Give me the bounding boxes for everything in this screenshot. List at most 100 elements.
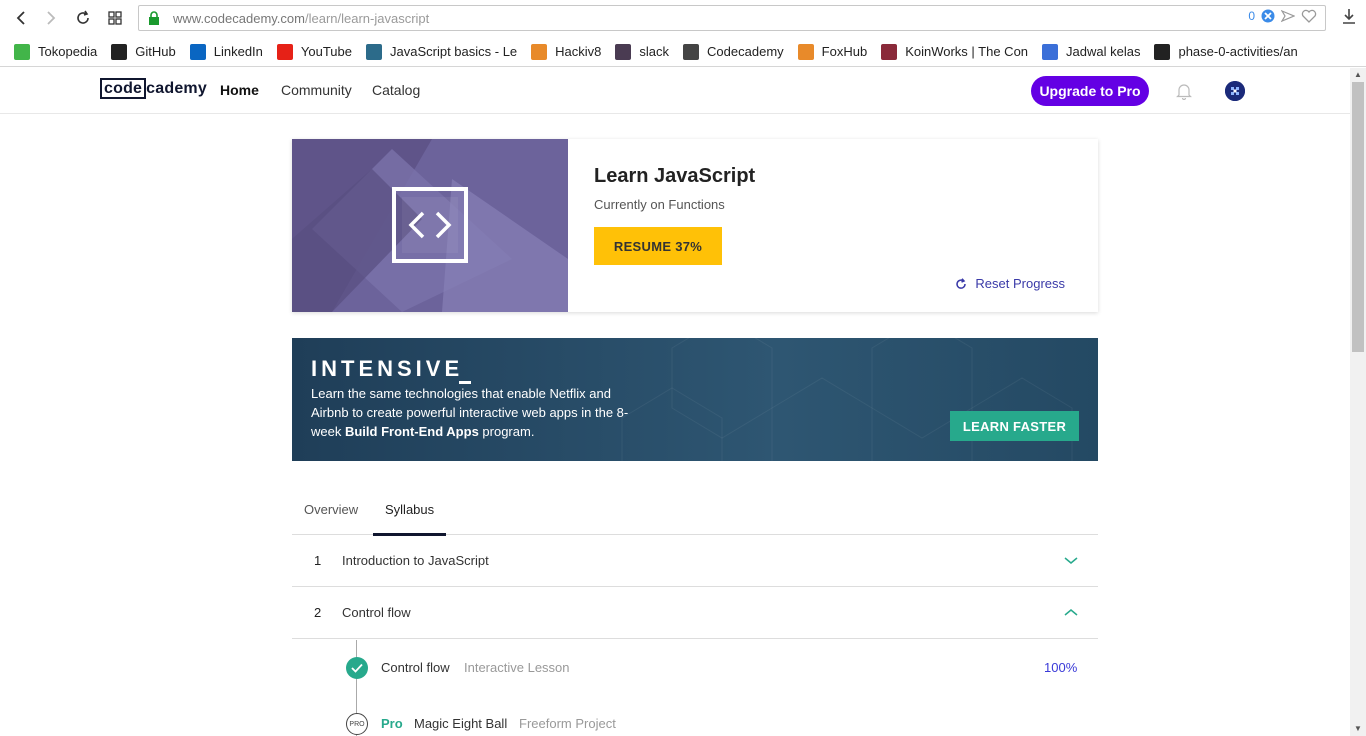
heart-icon[interactable] xyxy=(1301,9,1317,23)
nav-home[interactable]: Home xyxy=(220,82,259,98)
hash-icon xyxy=(615,43,632,60)
module-number: 2 xyxy=(314,605,322,620)
calendar-icon xyxy=(1042,43,1059,60)
bookmark-label: slack xyxy=(639,44,670,59)
bookmark-label: Tokopedia xyxy=(38,44,98,59)
lock-icon xyxy=(149,11,159,25)
lesson-title[interactable]: Control flow xyxy=(381,660,450,675)
syllabus-module-1[interactable]: 1 Introduction to JavaScript xyxy=(292,535,1098,587)
tab-overview[interactable]: Overview xyxy=(304,502,358,517)
lesson-type: Freeform Project xyxy=(519,716,616,731)
fox-icon xyxy=(531,43,548,60)
download-icon xyxy=(1343,9,1355,24)
bookmark-item[interactable]: YouTube xyxy=(276,43,352,60)
page-content: code cademy Home Community Catalog Upgrad… xyxy=(0,68,1350,736)
mdn-icon xyxy=(366,43,382,60)
learn-faster-button[interactable]: LEARN FASTER xyxy=(950,411,1079,441)
bookmark-label: KoinWorks | The Con xyxy=(905,44,1029,59)
bookmark-item[interactable]: slack xyxy=(615,43,670,60)
ad-block-icon[interactable] xyxy=(1261,9,1275,23)
chevron-down-icon[interactable] xyxy=(1064,555,1078,565)
address-bar-actions: 0 xyxy=(1248,9,1317,23)
codecademy-icon xyxy=(683,43,700,60)
back-arrow-icon xyxy=(16,11,25,25)
tab-syllabus[interactable]: Syllabus xyxy=(385,502,434,517)
logo-code: code xyxy=(100,78,147,99)
grid-icon xyxy=(108,11,122,25)
course-title: Learn JavaScript xyxy=(594,165,756,187)
bookmark-label: YouTube xyxy=(300,44,352,59)
forward-arrow-icon xyxy=(47,11,56,25)
upgrade-to-pro-button[interactable]: Upgrade to Pro xyxy=(1031,76,1149,106)
avatar-pattern-icon xyxy=(1225,81,1245,101)
bookmark-label: Hackiv8 xyxy=(555,44,602,59)
module-title: Control flow xyxy=(342,605,411,620)
lesson-title[interactable]: Magic Eight Ball xyxy=(414,716,507,731)
course-current-lesson: Currently on Functions xyxy=(594,197,725,212)
bookmark-item[interactable]: Codecademy xyxy=(683,43,784,60)
lesson-progress: 100% xyxy=(1044,660,1078,675)
check-icon xyxy=(351,663,363,673)
bookmark-item[interactable]: FoxHub xyxy=(797,43,868,60)
pro-lock-badge: PRO xyxy=(346,713,368,735)
youtube-icon xyxy=(276,43,293,60)
nav-community[interactable]: Community xyxy=(281,82,352,98)
forward-button[interactable] xyxy=(36,3,66,33)
logo-rest: cademy xyxy=(146,80,207,97)
download-button[interactable] xyxy=(1342,8,1356,29)
course-image xyxy=(292,139,568,312)
bookmark-item[interactable]: Hackiv8 xyxy=(531,43,602,60)
github-icon xyxy=(1154,43,1171,60)
github-icon xyxy=(111,43,128,60)
speed-dial-button[interactable] xyxy=(100,3,130,33)
reload-icon xyxy=(77,10,89,24)
bookmark-item[interactable]: LinkedIn xyxy=(189,43,263,60)
addr-badge-count: 0 xyxy=(1248,9,1255,23)
address-bar[interactable]: www.codecademy.com/learn/learn-javascrip… xyxy=(138,5,1326,31)
refresh-icon xyxy=(956,277,967,289)
bookmark-item[interactable]: Jadwal kelas xyxy=(1042,43,1141,60)
browser-toolbar: www.codecademy.com/learn/learn-javascrip… xyxy=(0,0,1366,36)
chevron-up-icon[interactable] xyxy=(1064,607,1078,617)
page-scrollbar[interactable]: ▲ ▼ xyxy=(1350,68,1366,736)
bookmark-label: GitHub xyxy=(135,44,176,59)
syllabus-module-2[interactable]: 2 Control flow xyxy=(292,587,1098,639)
bookmarks-bar: Tokopedia GitHub LinkedIn YouTube JavaScript… xyxy=(0,37,1366,67)
resume-button[interactable]: RESUME 37% xyxy=(594,227,722,265)
bookmark-item[interactable]: GitHub xyxy=(111,43,176,60)
notification-bell-icon[interactable] xyxy=(1176,82,1192,100)
bookmark-item[interactable]: Tokopedia xyxy=(14,43,98,60)
module-number: 1 xyxy=(314,553,322,568)
user-avatar[interactable] xyxy=(1225,81,1245,101)
reset-progress-label: Reset Progress xyxy=(975,276,1065,291)
reload-button[interactable] xyxy=(68,3,98,33)
bookmark-label: Codecademy xyxy=(707,44,784,59)
module-title: Introduction to JavaScript xyxy=(342,553,489,568)
koinworks-icon xyxy=(881,43,898,60)
lesson-complete-badge xyxy=(346,657,368,679)
bookmark-item[interactable]: KoinWorks | The Con xyxy=(881,43,1029,60)
bookmark-item[interactable]: phase-0-activities/an xyxy=(1154,43,1298,60)
bookmark-label: Jadwal kelas xyxy=(1066,44,1141,59)
bookmark-label: LinkedIn xyxy=(213,44,263,59)
nav-catalog[interactable]: Catalog xyxy=(372,82,420,98)
course-tabs: Overview Syllabus xyxy=(292,488,1098,536)
scrollbar-thumb[interactable] xyxy=(1352,82,1364,352)
bookmark-label: FoxHub xyxy=(821,44,868,59)
course-card: Learn JavaScript Currently on Functions … xyxy=(292,139,1098,312)
scroll-down-icon[interactable]: ▼ xyxy=(1350,722,1366,736)
back-button[interactable] xyxy=(6,3,36,33)
bookmark-item[interactable]: JavaScript basics - Le xyxy=(366,43,517,60)
site-header: code cademy Home Community Catalog Upgrad… xyxy=(0,68,1350,114)
send-icon[interactable] xyxy=(1281,9,1295,23)
url-host: www.codecademy.com xyxy=(173,10,305,26)
reset-progress-link[interactable]: Reset Progress xyxy=(955,276,1065,291)
intensive-desc-program: Build Front-End Apps xyxy=(344,424,479,439)
linkedin-icon xyxy=(189,43,206,60)
url-path: /learn/learn-javascript xyxy=(304,10,430,26)
intensive-title: INTENSIVE xyxy=(311,356,464,381)
intensive-banner: INTENSIVE Learn the same technologies th… xyxy=(292,338,1098,461)
lesson-type: Interactive Lesson xyxy=(464,660,570,675)
codecademy-logo[interactable]: code cademy xyxy=(100,78,207,99)
scroll-up-icon[interactable]: ▲ xyxy=(1350,68,1366,82)
